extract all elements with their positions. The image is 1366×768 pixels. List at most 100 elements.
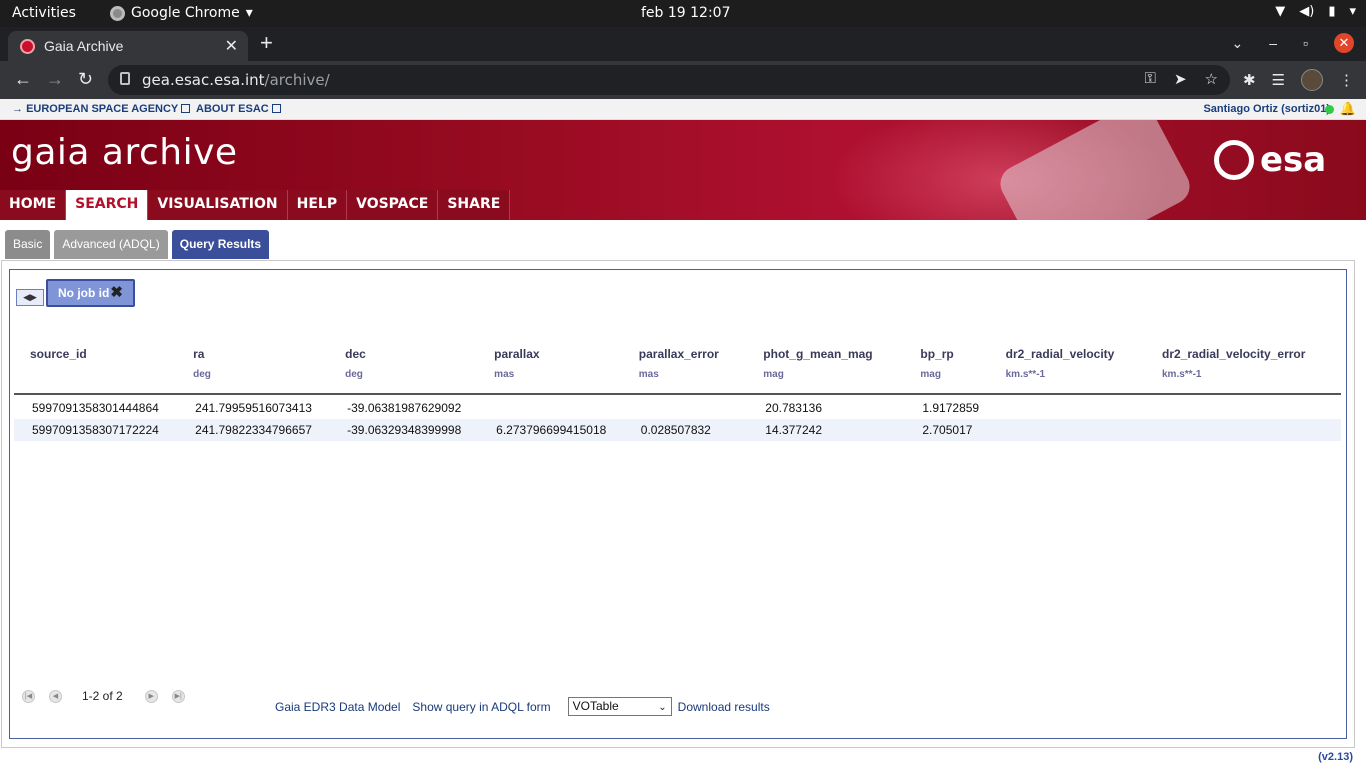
extensions-icon[interactable]: ✱ <box>1243 71 1256 89</box>
esa-link[interactable]: → EUROPEAN SPACE AGENCY <box>12 103 191 115</box>
chevron-down-icon: ▾ <box>245 5 253 21</box>
back-icon[interactable]: ← <box>14 69 32 90</box>
reload-icon[interactable]: ↻ <box>78 69 93 90</box>
table-cell: -39.06329348399998 <box>329 419 479 441</box>
profile-avatar[interactable] <box>1301 69 1323 91</box>
download-results-link[interactable]: Download results <box>678 700 770 714</box>
menu-icon[interactable]: ⋮ <box>1339 71 1354 89</box>
external-link-icon <box>181 104 191 113</box>
format-select[interactable]: VOTable ⌄ <box>567 697 672 716</box>
column-header[interactable]: phot_g_mean_mag mag <box>747 340 905 395</box>
last-page-icon[interactable]: ▶| <box>171 689 185 703</box>
app-menu[interactable]: Google Chrome ▾ <box>110 5 253 21</box>
close-tab-icon[interactable]: ✕ <box>225 36 238 56</box>
results-table: source_id ra deg dec deg parallax mas paral… <box>14 340 1341 441</box>
nav-help[interactable]: HELP <box>287 190 348 220</box>
lock-icon[interactable] <box>120 72 130 85</box>
column-header[interactable]: source_id <box>14 340 178 395</box>
table-cell: 241.79959516073413 <box>195 401 312 415</box>
clock[interactable]: feb 19 12:07 <box>641 5 731 21</box>
table-row[interactable]: 5997091358307172224 241.79822334796657 -… <box>14 419 1341 441</box>
next-page-icon[interactable]: ▶ <box>144 689 158 703</box>
table-cell: 14.377242 <box>747 419 905 441</box>
job-scroll-arrows[interactable]: ◀▶ <box>16 289 44 306</box>
nav-visualisation[interactable]: VISUALISATION <box>148 190 288 220</box>
browser-tab-strip: Gaia Archive ✕ <box>0 27 1366 61</box>
chevron-down-icon: ▾ <box>1349 4 1356 19</box>
esa-logo-mark-icon <box>1214 140 1254 180</box>
column-header[interactable]: parallax mas <box>478 340 623 395</box>
app-name: Google Chrome <box>131 5 240 21</box>
column-header[interactable]: bp_rp mag <box>904 340 990 395</box>
table-cell: 0.028507832 <box>622 419 748 441</box>
wifi-icon: ▼ <box>1275 4 1286 19</box>
close-job-icon[interactable]: ✖ <box>110 281 123 305</box>
table-cell <box>1146 419 1341 441</box>
tab-basic[interactable]: Basic <box>5 230 51 259</box>
previous-page-icon[interactable]: ◀ <box>49 689 62 703</box>
chevron-down-icon: ⌄ <box>658 702 667 713</box>
nav-home[interactable]: HOME <box>0 190 67 220</box>
column-header[interactable]: parallax_error mas <box>622 340 748 395</box>
media-icon[interactable]: ☰ <box>1272 71 1285 89</box>
chrome-icon <box>110 5 125 21</box>
gaia-archive-title: gaia archive <box>11 132 238 173</box>
nav-search[interactable]: SEARCH <box>66 190 149 220</box>
table-cell <box>478 394 623 419</box>
close-window-icon[interactable]: ✕ <box>1334 33 1354 53</box>
key-icon[interactable]: ⚿ <box>1145 70 1156 88</box>
table-cell <box>1146 394 1341 419</box>
nav-vospace[interactable]: VOSPACE <box>347 190 439 220</box>
browser-tab[interactable]: Gaia Archive ✕ <box>8 31 248 61</box>
page-count: 1-2 of 2 <box>82 689 123 703</box>
table-cell: 5997091358301444864 <box>32 401 159 415</box>
minimize-icon[interactable]: – <box>1269 35 1277 51</box>
results-pager: |◀ ◀ 1-2 of 2 ▶ ▶| <box>22 689 185 703</box>
job-label: No job id <box>58 286 110 300</box>
volume-icon: ◀) <box>1299 4 1315 19</box>
table-cell: 241.79822334796657 <box>177 419 330 441</box>
table-header-row: source_id ra deg dec deg parallax mas paral… <box>14 340 1341 395</box>
column-header[interactable]: ra deg <box>177 340 330 395</box>
table-cell: 2.705017 <box>904 419 990 441</box>
column-header[interactable]: dr2_radial_velocity km.s**-1 <box>989 340 1146 395</box>
table-row[interactable]: 5997091358301444864 241.79959516073413 -… <box>14 394 1341 419</box>
forward-icon[interactable]: → <box>46 69 64 90</box>
user-name[interactable]: Santiago Ortiz (sortiz01) <box>1203 103 1330 115</box>
esa-links-bar: → EUROPEAN SPACE AGENCY ABOUT ESAC Santi… <box>0 99 1366 120</box>
column-header[interactable]: dr2_radial_velocity_error km.s**-1 <box>1146 340 1341 395</box>
main-navigation: HOME SEARCH VISUALISATION HELP VOSPACE S… <box>0 190 511 220</box>
tab-advanced-adql[interactable]: Advanced (ADQL) <box>54 230 168 259</box>
data-model-link[interactable]: Gaia EDR3 Data Model <box>275 700 400 714</box>
browser-toolbar: ← → ↻ gea.esac.esa.int/archive/ ⚿ ➤ ☆ ✱ … <box>0 61 1366 99</box>
maximize-icon[interactable]: ▫ <box>1303 35 1308 51</box>
external-link-icon <box>271 104 281 113</box>
battery-icon: ▮ <box>1328 4 1336 19</box>
first-page-icon[interactable]: |◀ <box>22 689 35 703</box>
version-label: (v2.13) <box>1318 751 1353 763</box>
tab-search-icon[interactable]: ⌄ <box>1232 35 1244 52</box>
tab-title: Gaia Archive <box>44 38 124 54</box>
about-esac-link[interactable]: ABOUT ESAC <box>196 103 281 115</box>
activities-button[interactable]: Activities <box>12 5 76 21</box>
new-tab-button[interactable]: + <box>260 30 273 56</box>
table-cell <box>989 419 1146 441</box>
send-icon[interactable]: ➤ <box>1174 70 1187 88</box>
tab-query-results[interactable]: Query Results <box>171 230 270 259</box>
results-footer: Gaia EDR3 Data Model Show query in ADQL … <box>275 697 770 716</box>
job-tab[interactable]: No job id ✖ <box>46 279 135 307</box>
online-status-icon <box>1325 105 1334 114</box>
table-cell: 6.273796699415018 <box>478 419 623 441</box>
url-text[interactable]: gea.esac.esa.int/archive/ <box>142 71 330 89</box>
column-header[interactable]: dec deg <box>329 340 479 395</box>
gaia-favicon-icon <box>20 39 35 54</box>
system-tray[interactable]: ▼ ◀) ▮ ▾ <box>1275 4 1356 19</box>
nav-share[interactable]: SHARE <box>438 190 511 220</box>
bookmark-star-icon[interactable]: ☆ <box>1205 70 1218 88</box>
address-bar[interactable]: gea.esac.esa.int/archive/ ⚿ ➤ ☆ <box>108 65 1230 95</box>
esa-logo[interactable]: esa <box>1214 140 1326 180</box>
table-cell: 20.783136 <box>765 401 823 415</box>
show-query-link[interactable]: Show query in ADQL form <box>412 700 550 714</box>
table-cell: 5997091358307172224 <box>14 419 178 441</box>
bell-icon[interactable]: 🔔 <box>1340 101 1356 117</box>
